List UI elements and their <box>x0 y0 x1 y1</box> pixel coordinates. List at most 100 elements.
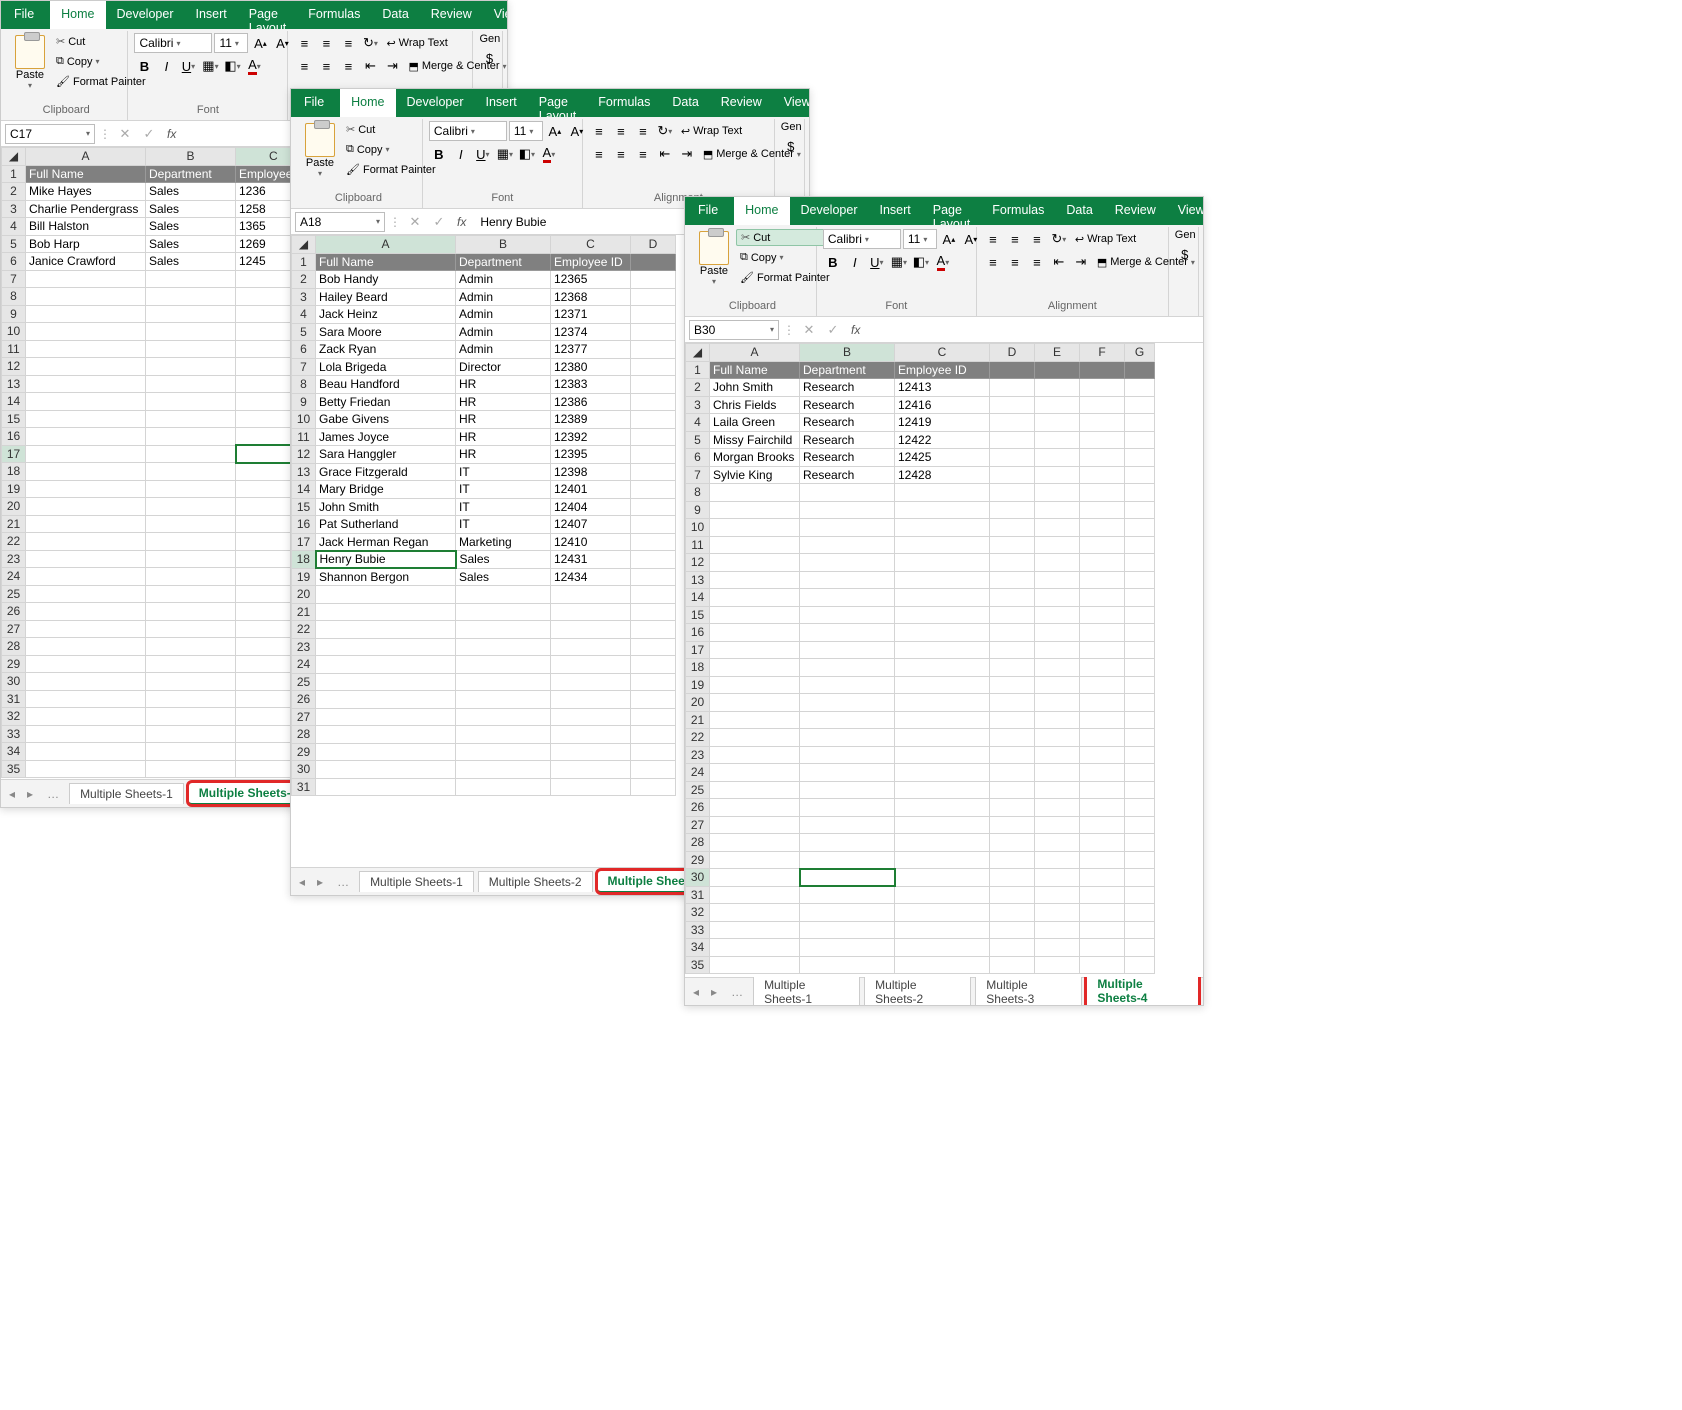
tab-pagelayout[interactable]: Page Layout <box>922 197 982 225</box>
cell[interactable]: Sales <box>146 235 236 253</box>
cancel-formula-button[interactable]: ✕ <box>115 124 135 144</box>
italic-button[interactable]: I <box>451 144 471 164</box>
indent-inc-button[interactable]: ⇥ <box>677 144 697 164</box>
row-header[interactable]: 31 <box>292 778 316 796</box>
cell[interactable] <box>631 358 676 376</box>
cell[interactable] <box>990 414 1035 432</box>
cell[interactable] <box>800 799 895 817</box>
cell[interactable]: Sales <box>456 568 551 586</box>
fx-button[interactable]: fx <box>847 323 864 337</box>
row-header[interactable]: 14 <box>2 393 26 411</box>
cell[interactable] <box>631 393 676 411</box>
cell[interactable] <box>710 956 800 974</box>
cell[interactable] <box>26 270 146 288</box>
header-cell[interactable] <box>1125 361 1155 379</box>
cell[interactable]: IT <box>456 463 551 481</box>
align-right-button[interactable]: ≡ <box>338 56 358 76</box>
cell[interactable] <box>800 956 895 974</box>
cell[interactable]: 12395 <box>551 446 631 464</box>
cell[interactable] <box>631 341 676 359</box>
cell[interactable] <box>1080 659 1125 677</box>
sheet-nav-prev[interactable]: ◂ <box>689 985 703 999</box>
row-header[interactable]: 11 <box>686 536 710 554</box>
cell[interactable] <box>146 673 236 691</box>
cell[interactable] <box>800 641 895 659</box>
cancel-formula-button[interactable]: ✕ <box>799 320 819 340</box>
cell[interactable] <box>990 554 1035 572</box>
cell[interactable] <box>631 463 676 481</box>
cell[interactable] <box>456 638 551 656</box>
cell[interactable] <box>26 585 146 603</box>
cell[interactable] <box>146 725 236 743</box>
cell[interactable] <box>456 726 551 744</box>
cell[interactable]: 12389 <box>551 411 631 429</box>
row-header[interactable]: 23 <box>686 746 710 764</box>
cell[interactable] <box>146 270 236 288</box>
cell[interactable]: Gabe Givens <box>316 411 456 429</box>
tab-file[interactable]: File <box>295 89 340 117</box>
cell[interactable]: 12431 <box>551 551 631 569</box>
tab-review[interactable]: Review <box>710 89 773 117</box>
cell[interactable] <box>146 550 236 568</box>
cell[interactable] <box>895 694 990 712</box>
cell[interactable] <box>1125 694 1155 712</box>
cell[interactable] <box>710 799 800 817</box>
cell[interactable] <box>1080 851 1125 869</box>
cell[interactable]: Research <box>800 379 895 397</box>
row-header[interactable]: 3 <box>686 396 710 414</box>
cell[interactable] <box>1080 606 1125 624</box>
row-header[interactable]: 2 <box>292 271 316 289</box>
cell[interactable]: Chris Fields <box>710 396 800 414</box>
orientation-button[interactable]: ↻▾ <box>360 33 380 53</box>
cell[interactable] <box>990 484 1035 502</box>
cell[interactable] <box>895 851 990 869</box>
column-header[interactable]: D <box>990 344 1035 362</box>
row-header[interactable]: 28 <box>686 834 710 852</box>
cell[interactable]: Zack Ryan <box>316 341 456 359</box>
cell[interactable] <box>316 778 456 796</box>
cell[interactable] <box>1035 956 1080 974</box>
align-top-button[interactable]: ≡ <box>589 121 609 141</box>
row-header[interactable]: 28 <box>2 638 26 656</box>
row-header[interactable]: 2 <box>2 183 26 201</box>
cell[interactable] <box>895 939 990 957</box>
cell[interactable]: John Smith <box>316 498 456 516</box>
cell[interactable] <box>26 673 146 691</box>
cell[interactable] <box>1125 624 1155 642</box>
row-header[interactable]: 33 <box>2 725 26 743</box>
sheet-nav-next[interactable]: ▸ <box>707 985 721 999</box>
cell[interactable] <box>146 533 236 551</box>
cell[interactable] <box>990 379 1035 397</box>
cell[interactable] <box>1035 501 1080 519</box>
accept-formula-button[interactable]: ✓ <box>429 212 449 232</box>
column-header[interactable]: D <box>631 236 676 254</box>
cell[interactable] <box>1125 956 1155 974</box>
tab-data[interactable]: Data <box>371 1 419 29</box>
cell[interactable] <box>631 323 676 341</box>
cell[interactable]: Bob Harp <box>26 235 146 253</box>
cell[interactable] <box>631 726 676 744</box>
cell[interactable] <box>1080 519 1125 537</box>
bold-button[interactable]: B <box>429 144 449 164</box>
cell[interactable] <box>1080 414 1125 432</box>
cell[interactable] <box>26 725 146 743</box>
cell[interactable]: Research <box>800 431 895 449</box>
cell[interactable] <box>1080 764 1125 782</box>
cell[interactable]: 12416 <box>895 396 990 414</box>
row-header[interactable]: 15 <box>292 498 316 516</box>
row-header[interactable]: 10 <box>292 411 316 429</box>
cell[interactable]: 12401 <box>551 481 631 499</box>
cell[interactable] <box>1035 396 1080 414</box>
cell[interactable] <box>800 554 895 572</box>
cell[interactable] <box>1125 414 1155 432</box>
cell[interactable] <box>710 606 800 624</box>
cell[interactable] <box>1125 799 1155 817</box>
cell[interactable] <box>990 886 1035 904</box>
cell[interactable] <box>1125 921 1155 939</box>
cell[interactable] <box>26 533 146 551</box>
align-middle-button[interactable]: ≡ <box>1005 229 1025 249</box>
cell[interactable]: 12392 <box>551 428 631 446</box>
cell[interactable] <box>895 781 990 799</box>
cell[interactable] <box>631 673 676 691</box>
cell[interactable]: Pat Sutherland <box>316 516 456 534</box>
